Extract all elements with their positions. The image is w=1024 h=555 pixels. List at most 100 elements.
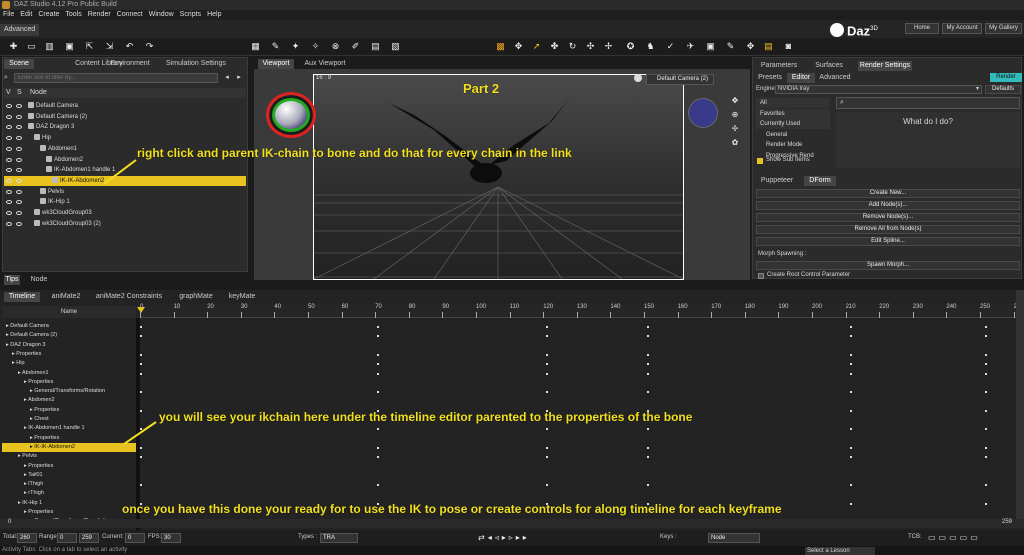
- keyframe-marker[interactable]: [985, 484, 987, 487]
- bone-icon[interactable]: ✈: [685, 41, 696, 52]
- keyframe-marker[interactable]: [849, 446, 852, 449]
- keyframe-marker[interactable]: [376, 353, 379, 356]
- scene-node-row[interactable]: DAZ Dragon 3: [4, 122, 246, 132]
- keyframe-marker[interactable]: [849, 502, 852, 505]
- render-category-item[interactable]: Currently Used: [756, 119, 830, 129]
- my-gallery-button[interactable]: My Gallery: [985, 23, 1022, 34]
- show-sub-items-checkbox[interactable]: [757, 158, 763, 164]
- keyframe-marker[interactable]: [985, 391, 987, 394]
- selectable-eye-icon[interactable]: [16, 146, 22, 151]
- link-icon[interactable]: ✎: [725, 41, 736, 52]
- visibility-eye-icon[interactable]: [6, 157, 12, 162]
- scene-node-row[interactable]: Default Camera: [4, 101, 246, 111]
- current-frame-field[interactable]: 0: [125, 533, 145, 543]
- scene-node-row[interactable]: wk3CloudGroup03: [4, 208, 246, 218]
- timeline-track-row[interactable]: ▸ Hip: [2, 359, 136, 368]
- timeline-track-row[interactable]: ▸ Properties: [2, 508, 136, 517]
- dform-button[interactable]: Remove All from Node(s): [756, 225, 1020, 234]
- tab-dform[interactable]: DForm: [804, 176, 836, 186]
- keyframe-marker[interactable]: [376, 363, 379, 366]
- selectable-eye-icon[interactable]: [16, 114, 22, 119]
- subtab-advanced[interactable]: Advanced: [818, 73, 852, 83]
- keyframe-marker[interactable]: [647, 428, 649, 431]
- keyframe-marker[interactable]: [545, 326, 548, 328]
- timeline-track-row[interactable]: ▸ General/Transforms/Rotation: [2, 387, 136, 396]
- my-account-button[interactable]: My Account: [942, 23, 982, 34]
- tab-puppeteer[interactable]: Puppeteer: [756, 176, 798, 186]
- tab-render-settings[interactable]: Render Settings: [858, 61, 912, 71]
- undo-icon[interactable]: ↶: [124, 41, 135, 52]
- render-category-item[interactable]: Render Mode: [756, 140, 830, 150]
- timeline-track-row[interactable]: ▸ Properties: [2, 434, 136, 443]
- keyframe-marker[interactable]: [545, 353, 548, 356]
- selectable-eye-icon[interactable]: [16, 168, 22, 173]
- timeline-track-row[interactable]: ▸ lThigh: [2, 480, 136, 489]
- visibility-eye-icon[interactable]: [6, 104, 12, 108]
- keyframe-marker[interactable]: [545, 428, 548, 431]
- keyframe-marker[interactable]: [545, 335, 548, 338]
- selectable-eye-icon[interactable]: [16, 104, 22, 108]
- render-category-item[interactable]: General: [756, 129, 830, 140]
- filter-left-arrow-icon[interactable]: ◂: [222, 73, 232, 83]
- fps-field[interactable]: 30: [161, 533, 181, 543]
- keyframe-marker[interactable]: [140, 335, 142, 338]
- keyframe-marker[interactable]: [985, 372, 987, 375]
- menu-scripts[interactable]: Scripts: [177, 10, 204, 20]
- translate-icon[interactable]: ✤: [549, 41, 560, 52]
- keyframe-marker[interactable]: [849, 456, 852, 459]
- keyframe-marker[interactable]: [376, 446, 379, 449]
- keyframe-marker[interactable]: [985, 326, 987, 328]
- scene-node-row[interactable]: Hip: [4, 133, 246, 143]
- keyframe-marker[interactable]: [985, 502, 987, 505]
- shaping-icon[interactable]: ▧: [390, 41, 401, 52]
- keyframe-marker[interactable]: [647, 363, 649, 366]
- visibility-eye-icon[interactable]: [6, 189, 12, 194]
- keyframe-marker[interactable]: [849, 326, 852, 328]
- keyframe-marker[interactable]: [849, 353, 852, 356]
- keyframe-marker[interactable]: [849, 372, 852, 375]
- timeline-tab[interactable]: keyMate: [226, 292, 258, 302]
- menu-create[interactable]: Create: [35, 10, 62, 20]
- open-folder-icon[interactable]: ▭: [26, 41, 37, 52]
- menu-tools[interactable]: Tools: [62, 10, 84, 20]
- timeline-track-row[interactable]: ▸ Default Camera: [2, 322, 136, 331]
- timeline-track-row[interactable]: ▸ IK-IK-Abdomen2: [2, 442, 136, 452]
- timeline-track-row[interactable]: ▸ Abdomen2: [2, 396, 136, 405]
- render-category-item[interactable]: Favorites: [756, 108, 830, 119]
- dform-button[interactable]: Create New...: [756, 189, 1020, 198]
- figure-icon[interactable]: ♞: [645, 41, 656, 52]
- defaults-button[interactable]: Defaults: [985, 85, 1021, 94]
- export-icon[interactable]: ⇲: [104, 41, 115, 52]
- keyframe-marker[interactable]: [849, 484, 852, 487]
- filter-right-arrow-icon[interactable]: ▸: [234, 73, 244, 83]
- keyframe-marker[interactable]: [545, 363, 548, 366]
- keyframe-marker[interactable]: [647, 353, 649, 356]
- menu-edit[interactable]: Edit: [17, 10, 35, 20]
- universal-tool-icon[interactable]: ✥: [513, 41, 524, 52]
- keyframe-marker[interactable]: [647, 446, 649, 449]
- keyframe-marker[interactable]: [376, 391, 379, 394]
- visibility-eye-icon[interactable]: [6, 114, 12, 119]
- dform-button[interactable]: Add Node(s)...: [756, 201, 1020, 210]
- keyframe-marker[interactable]: [849, 409, 852, 412]
- tab-tips[interactable]: Tips: [4, 275, 20, 285]
- timeline-track-row[interactable]: ▸ Properties: [2, 406, 136, 415]
- merge-icon[interactable]: ▥: [44, 41, 55, 52]
- lock-icon[interactable]: ▤: [763, 41, 774, 52]
- keyframe-marker[interactable]: [647, 372, 649, 375]
- pose-tool-icon[interactable]: ✪: [625, 41, 636, 52]
- timeline-track-row[interactable]: ▸ Properties: [2, 378, 136, 387]
- node-selection-icon[interactable]: ➚: [531, 41, 542, 52]
- visibility-eye-icon[interactable]: [6, 168, 12, 173]
- keyframe-marker[interactable]: [140, 391, 142, 394]
- timeline-track-row[interactable]: ▸ IK-Abdomen1 handle 1: [2, 424, 136, 433]
- filter-search-icon[interactable]: ⌕: [4, 73, 12, 83]
- tab-environment[interactable]: Environment: [104, 59, 156, 69]
- scene-icon[interactable]: ▣: [705, 41, 716, 52]
- tab-scene[interactable]: Scene: [4, 59, 34, 69]
- keyframe-marker[interactable]: [985, 335, 987, 338]
- tab-node[interactable]: Node: [28, 275, 50, 285]
- tab-simulation-settings[interactable]: Simulation Settings: [164, 59, 228, 69]
- tab-parameters[interactable]: Parameters: [756, 61, 802, 71]
- keyframe-marker[interactable]: [376, 326, 379, 328]
